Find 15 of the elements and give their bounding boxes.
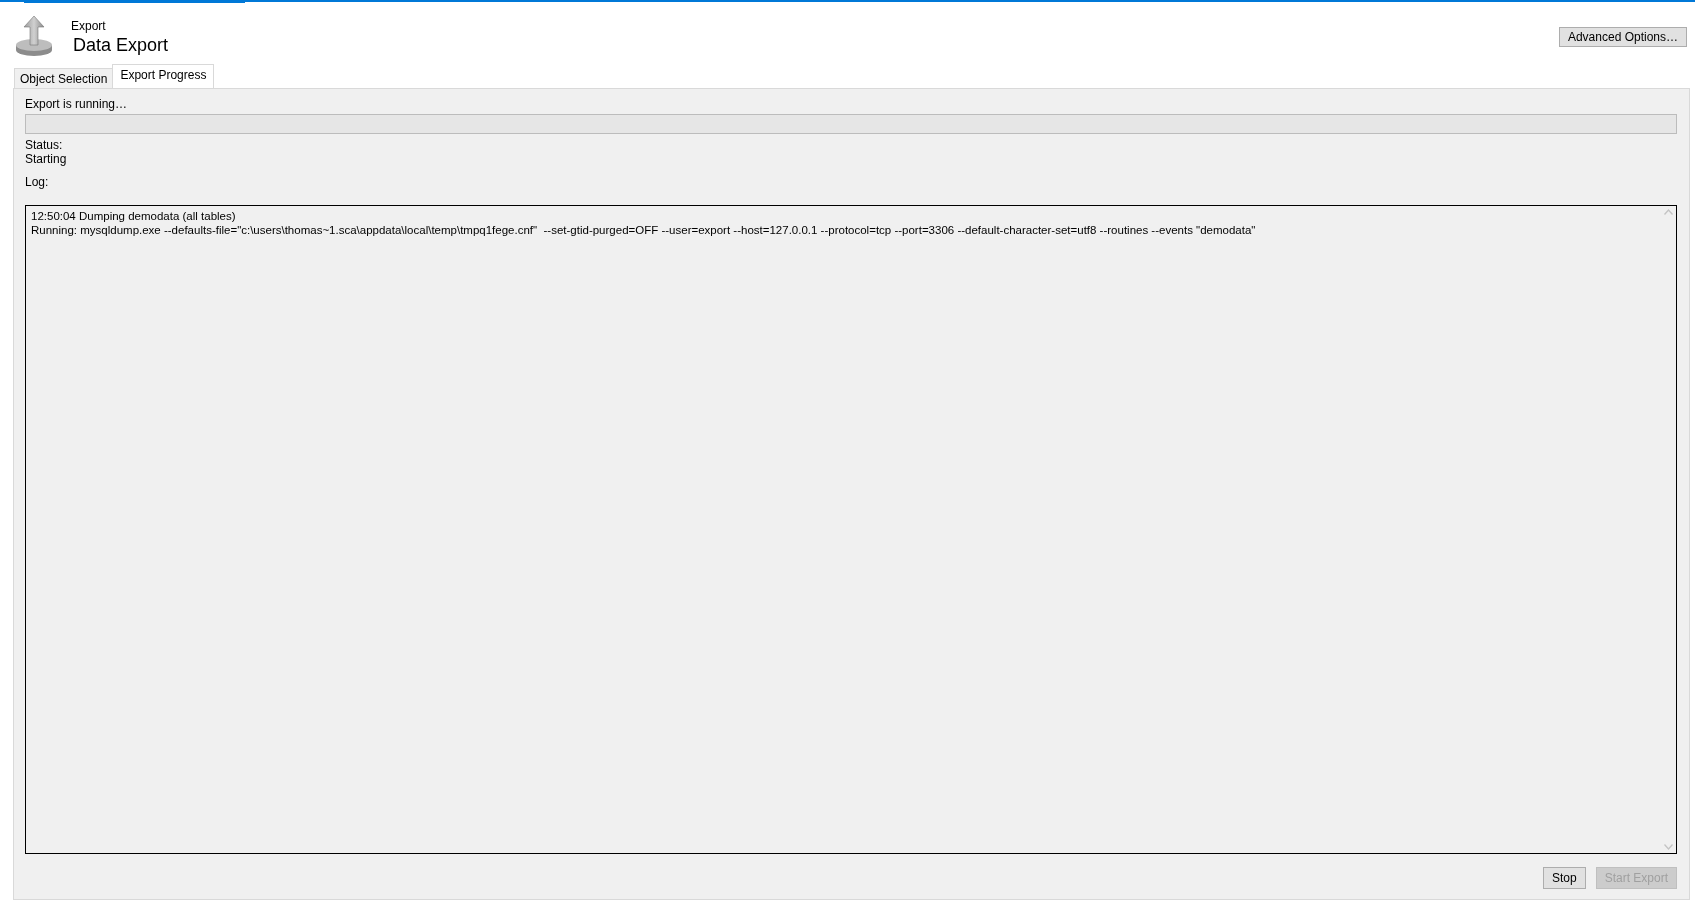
log-label: Log: [25,175,50,189]
log-line: Running: mysqldump.exe --defaults-file="c:\users\thomas~1.sca\appdata\local\temp\tmpq1fege.cnf" --set-gtid-purged=OFF --user=export --host=127.0.0.1 --protocol=tcp --port=3306 --default-character-set=utf8 --routines --events "demodata" [31,223,1257,237]
status-value: Starting [25,152,68,166]
tab[interactable]: Export Progress [112,64,215,88]
scroll-up-icon[interactable] [1663,209,1673,215]
log-line: 12:50:04 Dumping demodata (all tables) [31,209,237,223]
tab[interactable]: Object Selection [14,68,114,88]
status-label: Status: [25,138,64,152]
page-subtitle: Export [71,19,107,33]
scroll-down-icon[interactable] [1663,844,1673,850]
advanced-options-button[interactable]: Advanced Options… [1558,27,1687,47]
page-title: Data Export [73,35,169,56]
progress-label: Export is running… [25,97,129,111]
action-button[interactable]: Stop [1542,867,1586,889]
upload-disk-icon [15,15,53,57]
